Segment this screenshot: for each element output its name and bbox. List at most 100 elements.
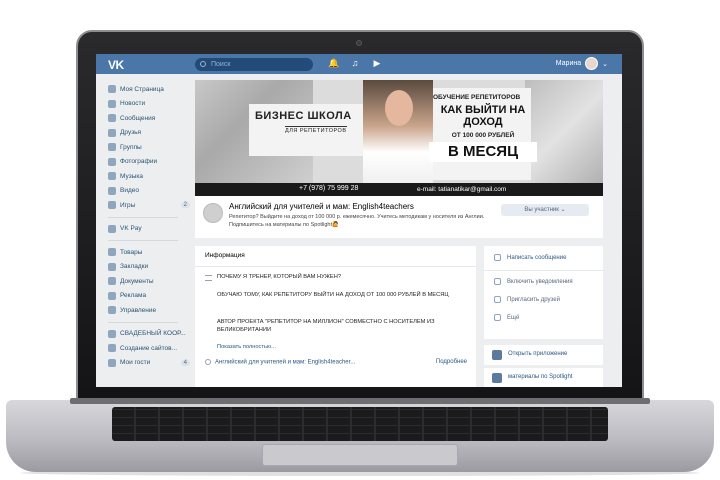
nav-item-guests[interactable]: Мои гости 4 [108, 356, 190, 371]
nav-item-music[interactable]: Музыка [108, 169, 190, 184]
nav-label: Реклама [120, 292, 147, 300]
nav-item-my-page[interactable]: Моя Страница [108, 82, 190, 97]
group-avatar[interactable] [203, 203, 223, 223]
write-message-button[interactable]: Написать сообщение [494, 254, 566, 261]
nav-label: VK Pay [120, 225, 142, 233]
ads-icon [108, 291, 116, 300]
nav-label: Фотографии [120, 158, 158, 166]
nav-item-messages[interactable]: Сообщения [108, 111, 190, 126]
music-icon[interactable]: ♫ [350, 58, 360, 68]
group-icon [108, 344, 116, 353]
spotlight-link[interactable]: материалы по Spotlight [484, 368, 603, 387]
nav-item-video[interactable]: Видео [108, 184, 190, 199]
info-title: Информация [205, 252, 245, 259]
details-link[interactable]: Подробнее [436, 359, 467, 365]
cover-tagline-1: ОБУЧЕНИЕ РЕПЕТИТОРОВ [433, 94, 521, 101]
nav-item-goods[interactable]: Товары [108, 245, 190, 260]
document-icon [108, 277, 116, 286]
nav-label: Музыка [120, 172, 143, 180]
add-user-icon [494, 296, 501, 303]
camera-icon [356, 40, 362, 46]
nav-label: Закладки [120, 263, 149, 271]
group-cover: БИЗНЕС ШКОЛА ДЛЯ РЕПЕТИТОРОВ ОБУЧЕНИЕ РЕ… [195, 80, 603, 196]
cover-tagline-4: В МЕСЯЦ [429, 142, 537, 162]
top-bar: VK Поиск 🔔 ♫ ▶ Марина ⌄ [96, 54, 622, 74]
top-icons: 🔔 ♫ ▶ [328, 58, 382, 68]
open-app-label: Открыть приложение [508, 351, 568, 357]
nav-item-documents[interactable]: Документы [108, 274, 190, 289]
nav-label: Товары [120, 248, 143, 256]
video-icon [108, 186, 116, 195]
bell-icon [494, 278, 501, 285]
nav-item-friends[interactable]: Друзья [108, 126, 190, 141]
info-text-2: ОБУЧАЮ ТОМУ, КАК РЕПЕТИТОРУ ВЫЙТИ НА ДОХ… [217, 292, 449, 298]
app-icon [492, 350, 502, 360]
nav-label: Управление [120, 306, 157, 314]
home-icon [108, 85, 116, 94]
avatar [585, 57, 599, 70]
search-input[interactable]: Поиск [195, 58, 313, 71]
info-block: Информация ПОЧЕМУ Я ТРЕНЕР, КОТОРЫЙ ВАМ … [195, 246, 476, 387]
search-icon [200, 61, 206, 67]
nav-label: Видео [120, 187, 139, 195]
divider [108, 321, 178, 323]
member-status-button[interactable]: Вы участник ⌄ [501, 204, 589, 216]
cover-photo-right [525, 80, 603, 183]
nav-item-manage[interactable]: Управление [108, 303, 190, 318]
groups-icon [108, 143, 116, 152]
group-link[interactable]: Английский для учителей и мам: English4t… [215, 360, 355, 366]
video-icon[interactable]: ▶ [372, 58, 382, 68]
cover-portrait-face [385, 90, 413, 126]
goods-icon [108, 248, 116, 257]
info-text-1: ПОЧЕМУ Я ТРЕНЕР, КОТОРЫЙ ВАМ НУЖЕН? [217, 274, 341, 280]
left-navigation: Моя Страница Новости Сообщения Друзья Гр… [108, 82, 190, 370]
nav-item-wedding-group[interactable]: СВАДЕБНЫЙ КООР... [108, 327, 190, 342]
vk-logo[interactable]: VK [108, 58, 124, 72]
group-link-row[interactable]: Английский для учителей и мам: English4t… [205, 359, 467, 366]
chevron-down-icon: ⌄ [602, 60, 608, 68]
count-badge: 4 [180, 359, 190, 366]
nav-item-bookmarks[interactable]: Закладки [108, 260, 190, 275]
laptop-trackpad [262, 444, 458, 466]
cover-subtitle: ДЛЯ РЕПЕТИТОРОВ [285, 126, 347, 134]
manage-icon [108, 306, 116, 315]
divider [108, 216, 178, 218]
cover-email: e-mail: tatianatikar@gmail.com [417, 186, 507, 193]
guests-icon [108, 358, 116, 367]
search-placeholder: Поиск [211, 61, 231, 68]
nav-item-sites-group[interactable]: Создание сайтов... [108, 341, 190, 356]
divider [195, 266, 476, 267]
nav-item-games[interactable]: Игры 2 [108, 198, 190, 213]
spotlight-label: материалы по Spotlight [508, 374, 573, 380]
nav-label: Группы [120, 143, 142, 151]
cover-tagline-2: КАК ВЫЙТИ НА ДОХОД [440, 104, 526, 128]
nav-item-photos[interactable]: Фотографии [108, 155, 190, 170]
action-label: Написать сообщение [507, 254, 567, 261]
divider [108, 240, 178, 241]
group-description: Репетитор? Выйдите на доход от 100 000 р… [229, 214, 485, 228]
laptop-keyboard [112, 407, 608, 441]
nav-item-ads[interactable]: Реклама [108, 289, 190, 304]
friends-icon [108, 128, 116, 137]
message-icon [108, 114, 116, 123]
nav-label: Новости [120, 100, 146, 108]
nav-label: Документы [120, 277, 154, 285]
invite-friends-button[interactable]: Пригласить друзей [494, 296, 560, 303]
info-text-3: АВТОР ПРОЕКТА "РЕПЕТИТОР НА МИЛЛИОН" СОВ… [217, 319, 435, 333]
nav-item-vk-pay[interactable]: VK Pay [108, 222, 190, 237]
nav-item-news[interactable]: Новости [108, 97, 190, 112]
open-app-button[interactable]: Открыть приложение [484, 345, 603, 365]
bookmark-icon [108, 262, 116, 271]
count-badge: 2 [180, 202, 190, 209]
laptop-screen: VK Поиск 🔔 ♫ ▶ Марина ⌄ Моя Страница Нов… [96, 54, 622, 387]
show-more-link[interactable]: Показать полностью... [217, 344, 276, 350]
more-button[interactable]: Ещё [494, 314, 519, 321]
group-header: Английский для учителей и мам: English4t… [195, 196, 603, 238]
notifications-button[interactable]: Включить уведомления [494, 278, 573, 285]
nav-label: Моя Страница [120, 85, 164, 93]
nav-item-groups[interactable]: Группы [108, 140, 190, 155]
user-menu[interactable]: Марина ⌄ [556, 57, 608, 70]
bell-icon[interactable]: 🔔 [328, 58, 339, 68]
nav-label: Игры [120, 201, 136, 209]
nav-label: Создание сайтов... [120, 344, 178, 352]
